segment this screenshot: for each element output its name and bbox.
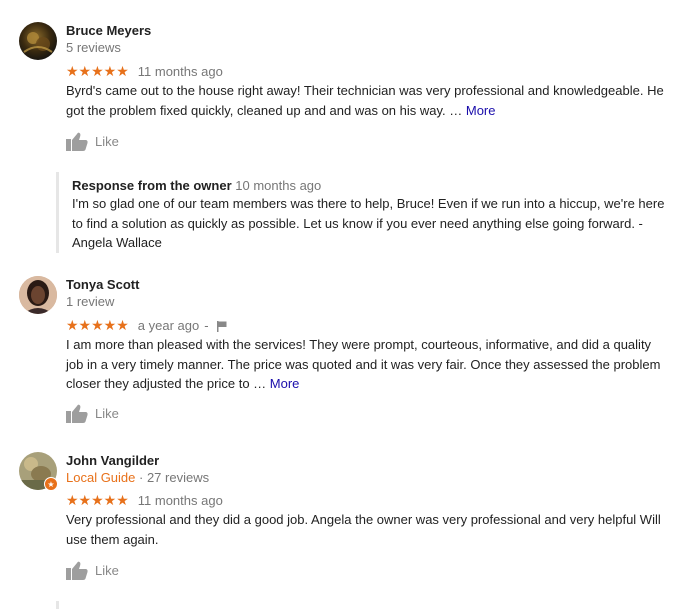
like-button[interactable]: Like: [66, 561, 119, 580]
like-label: Like: [95, 134, 119, 149]
review-count[interactable]: 5 reviews: [66, 40, 121, 55]
reviewer-name[interactable]: Bruce Meyers: [66, 23, 151, 38]
like-button[interactable]: Like: [66, 404, 119, 423]
star-rating: ★★★★★: [66, 492, 129, 508]
review-text: Very professional and they did a good jo…: [66, 512, 661, 547]
owner-response-label: Response from the owner: [72, 178, 232, 193]
svg-text:★: ★: [47, 480, 54, 489]
rating-row: ★★★★★ 11 months ago: [66, 63, 223, 80]
owner-response-edge: [56, 601, 59, 609]
owner-response-text: I'm so glad one of our team members was …: [72, 196, 665, 250]
more-link[interactable]: More: [466, 103, 496, 118]
reviewer-meta: Local Guide · 27 reviews: [66, 470, 209, 485]
review-body: Byrd's came out to the house right away!…: [66, 83, 664, 118]
thumbs-up-icon: [66, 132, 88, 151]
star-rating: ★★★★★: [66, 317, 129, 333]
avatar[interactable]: [19, 276, 57, 314]
rating-row: ★★★★★ a year ago -: [66, 317, 227, 334]
reviewer-name[interactable]: Tonya Scott: [66, 277, 139, 292]
avatar[interactable]: ★: [19, 452, 58, 491]
star-rating: ★★★★★: [66, 63, 129, 79]
avatar[interactable]: [19, 22, 57, 60]
thumbs-up-icon: [66, 561, 88, 580]
review-count[interactable]: 1 review: [66, 294, 114, 309]
owner-response-header: Response from the owner 10 months ago: [72, 172, 676, 193]
review-body: I am more than pleased with the services…: [66, 337, 661, 391]
like-button[interactable]: Like: [66, 132, 119, 151]
owner-response: Response from the owner 10 months ago I'…: [56, 172, 676, 253]
local-guide-label[interactable]: Local Guide: [66, 470, 135, 485]
more-link[interactable]: More: [270, 376, 300, 391]
review-time: 11 months ago: [137, 493, 223, 508]
like-label: Like: [95, 406, 119, 421]
review-time: 11 months ago: [137, 64, 223, 79]
thumbs-up-icon: [66, 404, 88, 423]
review-time: a year ago: [137, 318, 200, 333]
review-text: Byrd's came out to the house right away!…: [66, 81, 671, 120]
separator: -: [204, 318, 209, 333]
review-text: I am more than pleased with the services…: [66, 335, 671, 394]
avatar-image: [19, 276, 57, 314]
review-count[interactable]: · 27 reviews: [135, 470, 209, 485]
like-label: Like: [95, 563, 119, 578]
flag-icon[interactable]: [216, 320, 227, 332]
owner-response-time: 10 months ago: [235, 178, 322, 193]
rating-row: ★★★★★ 11 months ago: [66, 492, 223, 509]
local-guide-badge-icon: ★: [44, 477, 58, 491]
avatar-image: [23, 32, 53, 53]
reviewer-name[interactable]: John Vangilder: [66, 453, 159, 468]
